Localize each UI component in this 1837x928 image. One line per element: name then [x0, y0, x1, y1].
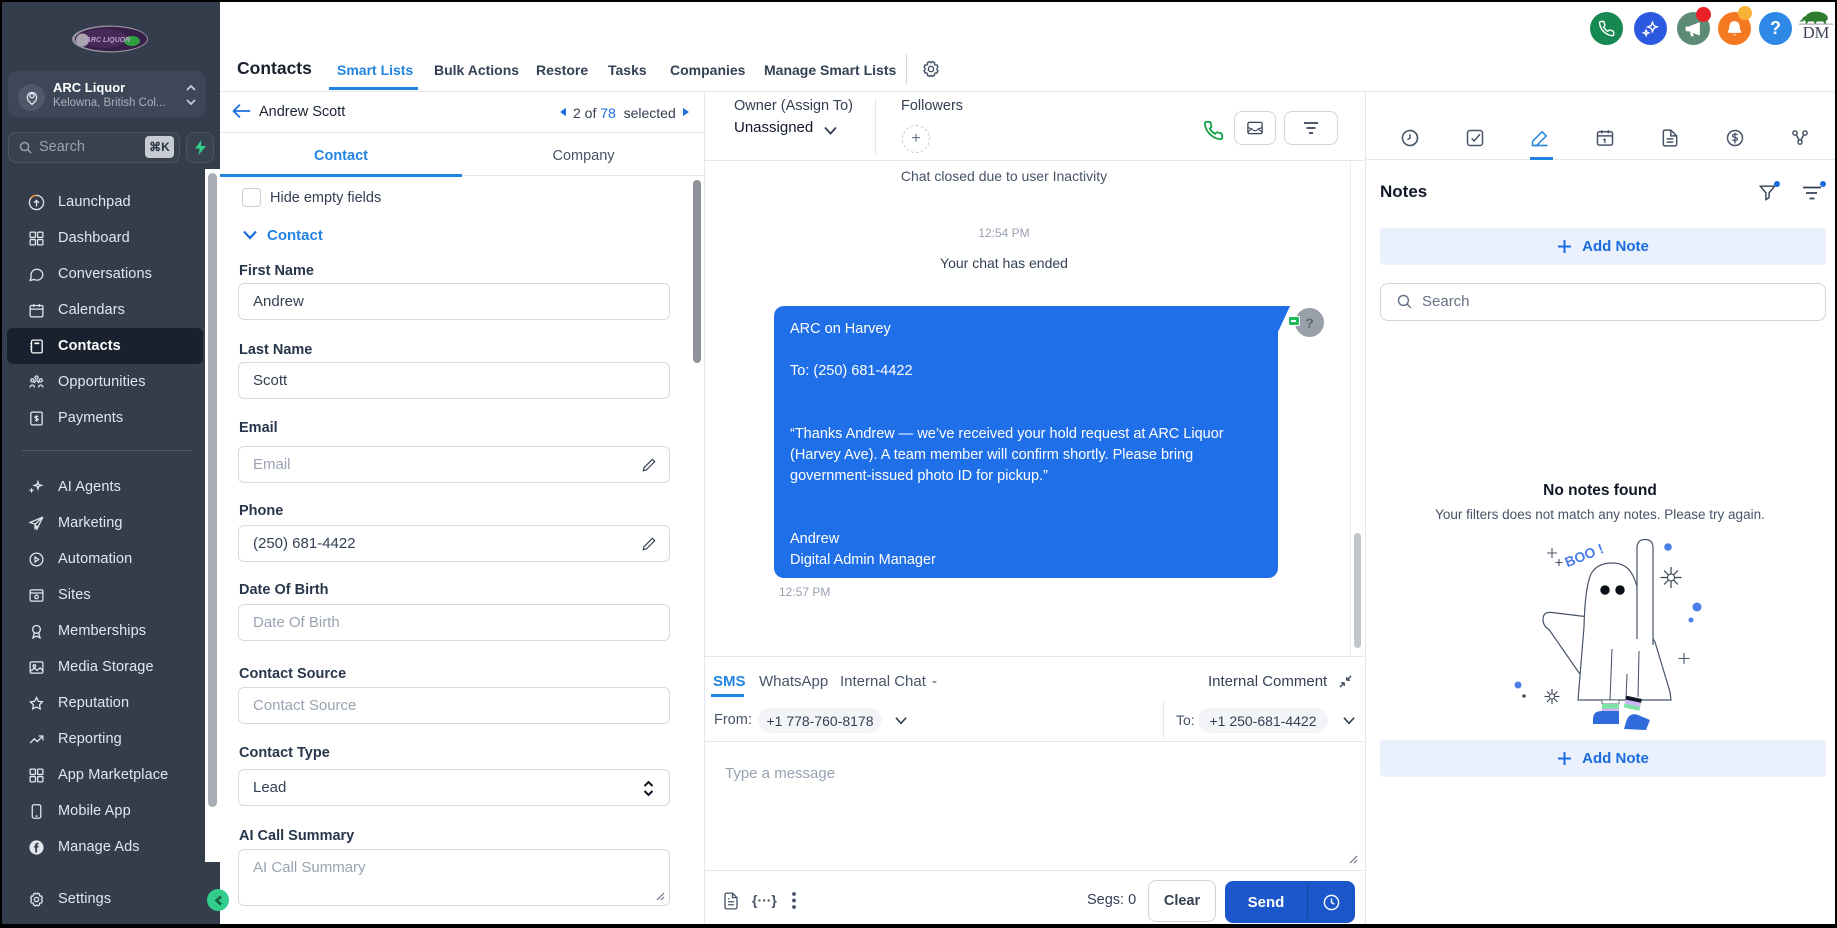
- svg-text:ARC LIQUOR: ARC LIQUOR: [85, 37, 130, 44]
- svg-text:DM: DM: [1803, 23, 1830, 41]
